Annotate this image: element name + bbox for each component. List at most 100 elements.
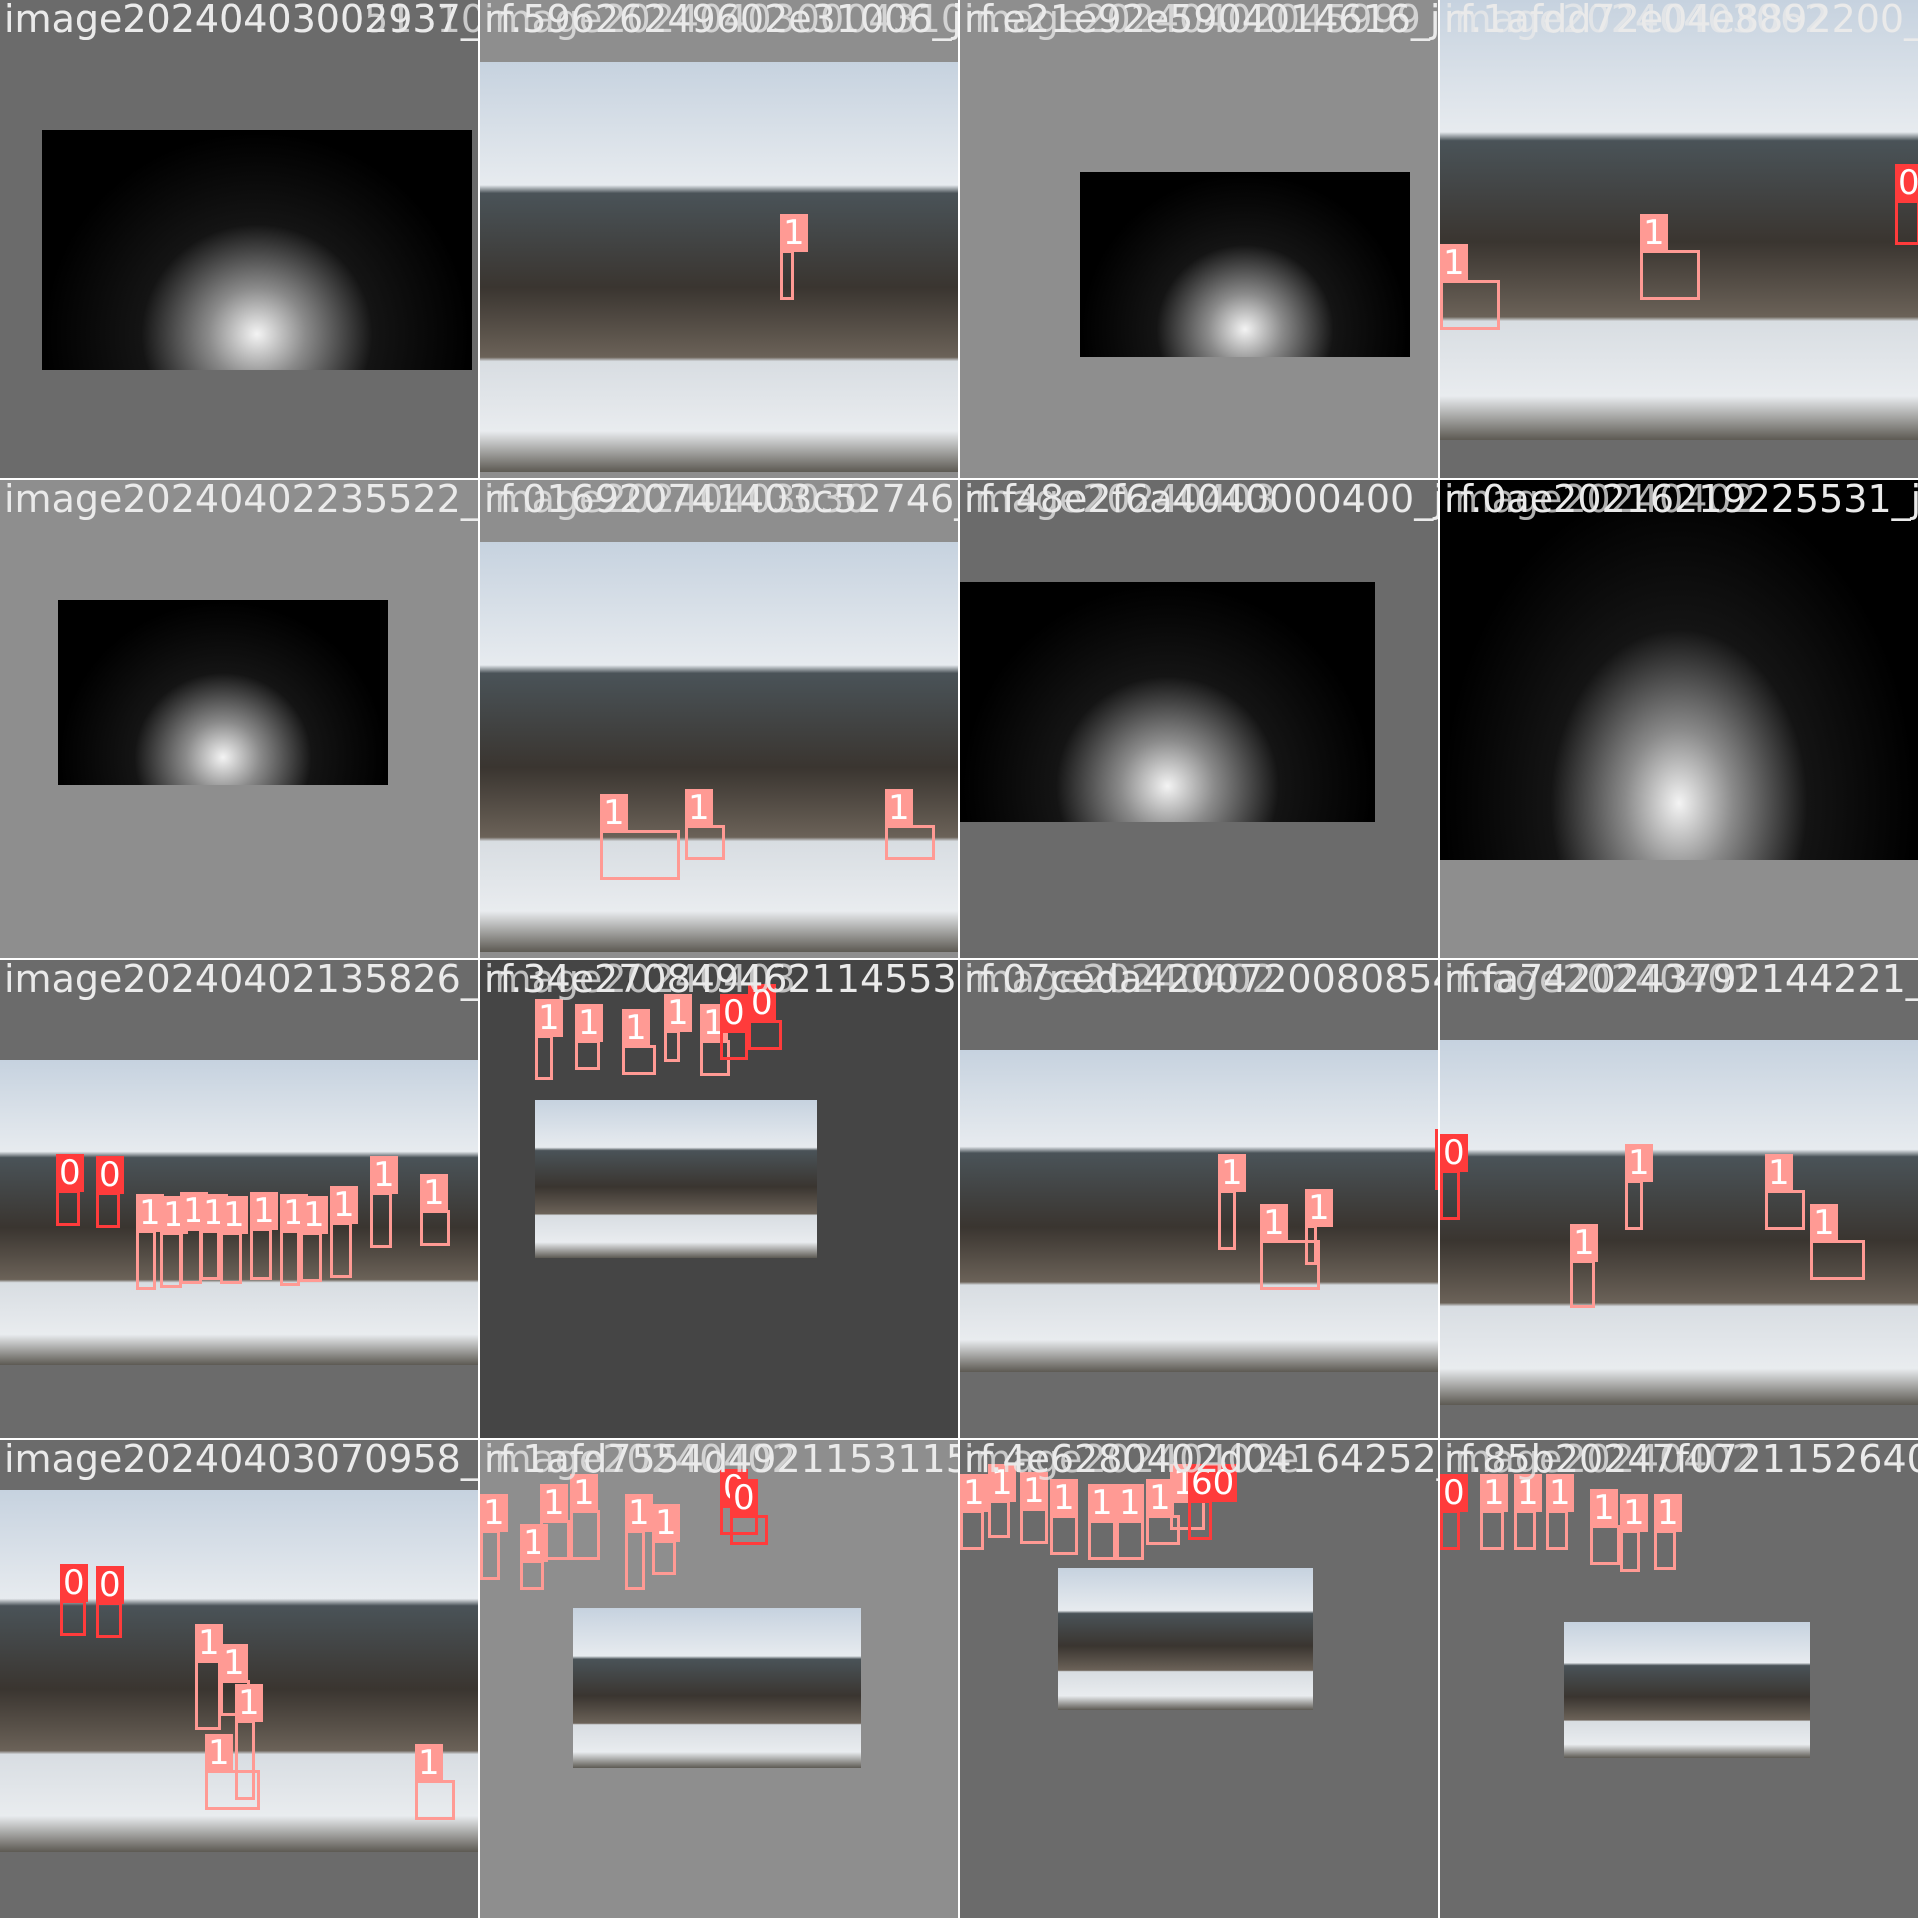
class-label: 1 <box>1260 1204 1288 1242</box>
bounding-box <box>200 1230 220 1280</box>
mosaic-tile: image20240402235522_jpg.rf.016920741403c… <box>0 480 478 958</box>
class-label: 0 <box>730 1479 758 1517</box>
bounding-box <box>1435 1165 1438 1190</box>
mosaic-tile: 110rf.1afdd72e04e8892200_jpg.image202404… <box>1440 0 1918 478</box>
class-label: 1 <box>575 1004 603 1042</box>
bounding-box <box>330 1222 352 1278</box>
barn-photo <box>535 1100 817 1258</box>
class-label: 1 <box>330 1186 358 1224</box>
tile-filename-overlap: image20240403030 <box>484 480 869 521</box>
bounding-box <box>652 1540 676 1575</box>
class-label: 1 <box>220 1196 248 1234</box>
class-label: 1 <box>540 1484 568 1522</box>
bounding-box <box>685 825 725 860</box>
class-label: 1 <box>1514 1474 1542 1512</box>
class-label: 0 <box>60 1564 88 1602</box>
class-label: 1 <box>780 214 808 252</box>
barn-photo <box>1440 1040 1918 1405</box>
class-label: 0 <box>748 984 776 1022</box>
bounding-box <box>535 1035 553 1080</box>
mosaic-tile: 1111100rf.34e2708494621145536_jpg.image2… <box>480 960 958 1438</box>
class-label: 1 <box>300 1196 328 1234</box>
class-label: 1 <box>420 1174 448 1212</box>
barn-photo <box>1564 1622 1810 1758</box>
class-label: 1 <box>1625 1144 1653 1182</box>
tile-filename: image20240402235522_jpg.rf.016920741403c… <box>4 480 478 521</box>
barn-photo <box>1440 0 1918 440</box>
mosaic-tile: 1111111160rf.4e6280402d04164252_jpg.imag… <box>960 1440 1438 1918</box>
barn-photo <box>480 542 958 952</box>
class-label: 1 <box>1116 1484 1144 1522</box>
mosaic-tile: 01111rf.fa7420243792144221_jpg.image2024… <box>1440 960 1918 1438</box>
bounding-box <box>1305 1225 1317 1265</box>
bounding-box <box>1590 1525 1620 1565</box>
bounding-box <box>136 1230 156 1290</box>
bounding-box <box>520 1560 544 1590</box>
class-label: 1 <box>535 999 563 1037</box>
tile-filename: image20240403002937_jpg.rf.59626249602e3 <box>4 0 478 41</box>
bounding-box <box>1514 1510 1536 1550</box>
class-label: 1 <box>250 1192 278 1230</box>
tile-filename-overlap: image20240402 <box>964 960 1276 1001</box>
class-label: 1 <box>625 1494 653 1532</box>
class-label: 1 <box>1020 1472 1048 1510</box>
class-label: 1 <box>1640 214 1668 252</box>
bounding-box <box>720 1030 748 1060</box>
barn-photo <box>960 582 1375 822</box>
tile-filename: image20240403070958_jpg.rf.1afd7554d4921… <box>4 1440 478 1481</box>
mosaic-tile: 1 1 1 rf.016920741403c52746_jpg.image202404… <box>480 480 958 958</box>
bounding-box <box>1765 1190 1805 1230</box>
bounding-box <box>1188 1500 1212 1540</box>
bounding-box <box>1895 200 1918 245</box>
bounding-box <box>540 1520 570 1560</box>
mosaic-grid: image20240403002937_jpg.rf.59626249602e3… <box>0 0 1920 1920</box>
bounding-box <box>180 1228 202 1284</box>
bounding-box <box>600 830 680 880</box>
tile-filename-overlap: image20240403005131006_jpg.rf. <box>4 0 478 41</box>
class-label: 1 <box>370 1156 398 1194</box>
class-label: 0 <box>1440 1134 1468 1172</box>
class-label: 1 <box>1620 1494 1648 1532</box>
class-label: 0 <box>720 994 748 1032</box>
class-label: 1 <box>195 1624 223 1662</box>
barn-photo <box>58 600 388 785</box>
class-label: 0 <box>96 1566 124 1604</box>
class-label: 1 <box>1654 1494 1682 1532</box>
mosaic-tile: rf.e21e92e5904014616_jpg.image2024040204… <box>960 0 1438 478</box>
barn-photo <box>1080 172 1410 357</box>
class-label: 1 <box>1765 1154 1793 1192</box>
barn-photo <box>1058 1568 1313 1710</box>
tile-filename: rf.016920741403c52746_jpg. <box>484 480 958 521</box>
bounding-box <box>570 1510 600 1560</box>
bounding-box <box>250 1228 272 1280</box>
tile-filename: rf.e21e92e5904014616_jpg. <box>964 0 1438 41</box>
bounding-box <box>220 1232 242 1284</box>
mosaic-tile: 0011111image20240403070958_jpg.rf.1afd75… <box>0 1440 478 1918</box>
bounding-box <box>1440 280 1500 330</box>
bounding-box <box>195 1660 221 1730</box>
barn-photo <box>1440 480 1918 860</box>
class-label: 1 <box>1305 1189 1333 1227</box>
class-label: 0 <box>1435 1129 1438 1167</box>
mosaic-tile: image20240403002937_jpg.rf.59626249602e3… <box>0 0 478 478</box>
class-label: 1 <box>988 1464 1016 1502</box>
bounding-box <box>480 1530 500 1580</box>
bounding-box <box>988 1500 1010 1538</box>
mosaic-tile: 11111100rf.1afd7554d4921153115_jpg.image… <box>480 1440 958 1918</box>
mosaic-tile: rf.f48e2f6a4040000400_jpg.image20240403 <box>960 480 1438 958</box>
mosaic-tile: 1011rf.07ceda4200720080854_jpg.image2024… <box>960 960 1438 1438</box>
bounding-box <box>1654 1530 1676 1570</box>
bounding-box <box>664 1030 680 1062</box>
bounding-box <box>96 1192 120 1228</box>
bounding-box <box>420 1210 450 1246</box>
bounding-box <box>1620 1530 1640 1572</box>
bounding-box <box>300 1232 322 1282</box>
class-label: 1 <box>652 1504 680 1542</box>
class-label: 0 <box>56 1154 84 1192</box>
class-label: 1 <box>570 1474 598 1512</box>
bounding-box <box>1625 1180 1643 1230</box>
barn-photo <box>960 1050 1438 1372</box>
bounding-box <box>60 1600 86 1636</box>
mosaic-tile: 0011111111111image20240402135826_jpg.rf.… <box>0 960 478 1438</box>
tile-filename: image20240402135826_jpg.rf.34e2708494621… <box>4 960 478 1001</box>
